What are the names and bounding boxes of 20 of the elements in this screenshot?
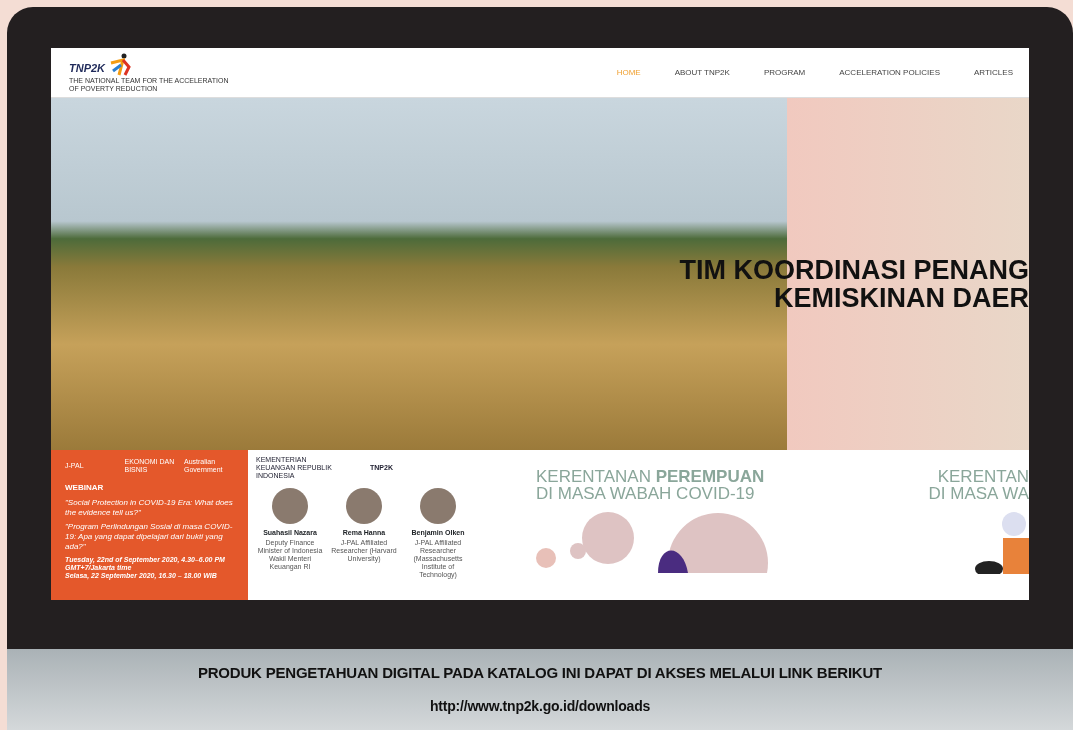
poster-heading: DI MASA WABAH COVID-19 [536,485,756,502]
download-link[interactable]: http://www.tnp2k.go.id/downloads [429,696,651,718]
webinar-title: "Program Perlindungan Sosial di masa COVID-19: Apa yang dapat dipelajari dari bukti yang ada?" [65,522,234,552]
nav-link[interactable]: ARTICLES [974,66,1013,79]
caption-text: PRODUK PENGETAHUAN DIGITAL PADA KATALOG INI DAPAT DI AKSES MELALUI LINK BERIKUT [197,662,883,683]
poster-heading: KERENTAN [936,468,1029,485]
nav-link[interactable]: ABOUT TNP2K [674,66,730,79]
nav-link[interactable]: ACCELERATION POLICIES [839,66,940,79]
avatar-circle [272,488,308,524]
avatar-circle [420,488,456,524]
figure-logo-icon [109,52,132,77]
webinar-title: "Social Protection in COVID-19 Era: What does the evidence tell us?" [65,498,234,518]
avatar-circle [346,488,382,524]
logo-text[interactable]: TNP2K [69,60,106,77]
webinar-label: WEBINAR [65,482,105,494]
poster-heading: KERENTANAN PEREMPUAN [536,468,766,485]
nav-link[interactable]: PROGRAM [763,66,806,79]
women-illustration-drawing [975,512,1029,574]
banner-headline: KEMISKINAN DAER [773,284,1029,312]
poster-heading: DI MASA WA [928,485,1029,502]
